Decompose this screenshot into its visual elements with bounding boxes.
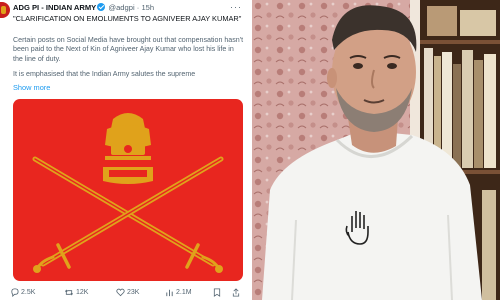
author-line: ADG PI - INDIAN ARMY @adgpi · 15h xyxy=(13,3,154,12)
tweet-paragraph: It is emphasised that the Indian Army sa… xyxy=(13,69,196,78)
tweet-body: Certain posts on Social Media have broug… xyxy=(13,36,245,85)
avatar[interactable] xyxy=(0,2,10,18)
tweet-header: ADG PI - INDIAN ARMY @adgpi · 15h ··· "C… xyxy=(0,2,250,32)
views-count: 2.1M xyxy=(176,289,192,296)
bookmark-icon xyxy=(213,288,221,297)
more-options-icon[interactable]: ··· xyxy=(230,2,242,12)
tweet-paragraph: Certain posts on Social Media have broug… xyxy=(13,36,244,63)
views-chart-icon xyxy=(166,289,173,297)
motto-banner-icon xyxy=(103,167,153,184)
lion-capital-icon xyxy=(105,113,151,160)
share-icon xyxy=(232,288,240,297)
like-count: 23K xyxy=(127,289,140,296)
repost-button[interactable]: 12K xyxy=(64,288,88,297)
heart-icon xyxy=(116,288,125,297)
bookmark-button[interactable] xyxy=(213,288,221,297)
tweet-headline: "CLARIFICATION ON EMOLUMENTS TO AGNIVEER… xyxy=(13,14,242,23)
tweet-actions-bar: 2.5K 12K 23K 2.1M xyxy=(0,288,250,300)
share-button[interactable] xyxy=(232,288,240,297)
like-button[interactable]: 23K xyxy=(116,288,139,297)
reply-count: 2.5K xyxy=(21,289,36,296)
repost-count: 12K xyxy=(76,289,89,296)
portrait-illustration xyxy=(252,0,500,300)
views-button[interactable]: 2.1M xyxy=(165,288,192,297)
show-more-link[interactable]: Show more xyxy=(13,83,50,92)
verified-badge-icon xyxy=(97,3,106,11)
author-name[interactable]: ADG PI - INDIAN ARMY xyxy=(13,3,96,12)
repost-icon xyxy=(65,289,73,296)
reply-button[interactable]: 2.5K xyxy=(10,288,35,297)
tweet-time[interactable]: 15h xyxy=(141,3,154,12)
separator-dot: · xyxy=(136,3,140,12)
photo-man-in-white-tshirt xyxy=(252,0,500,300)
author-handle[interactable]: @adgpi xyxy=(108,3,134,12)
tweet-media-indian-army-flag[interactable] xyxy=(13,99,243,281)
indian-army-emblem-image xyxy=(32,113,224,273)
avatar-emblem-icon xyxy=(1,6,6,14)
reply-icon xyxy=(11,288,19,297)
tweet-card[interactable]: ADG PI - INDIAN ARMY @adgpi · 15h ··· "C… xyxy=(0,0,250,300)
